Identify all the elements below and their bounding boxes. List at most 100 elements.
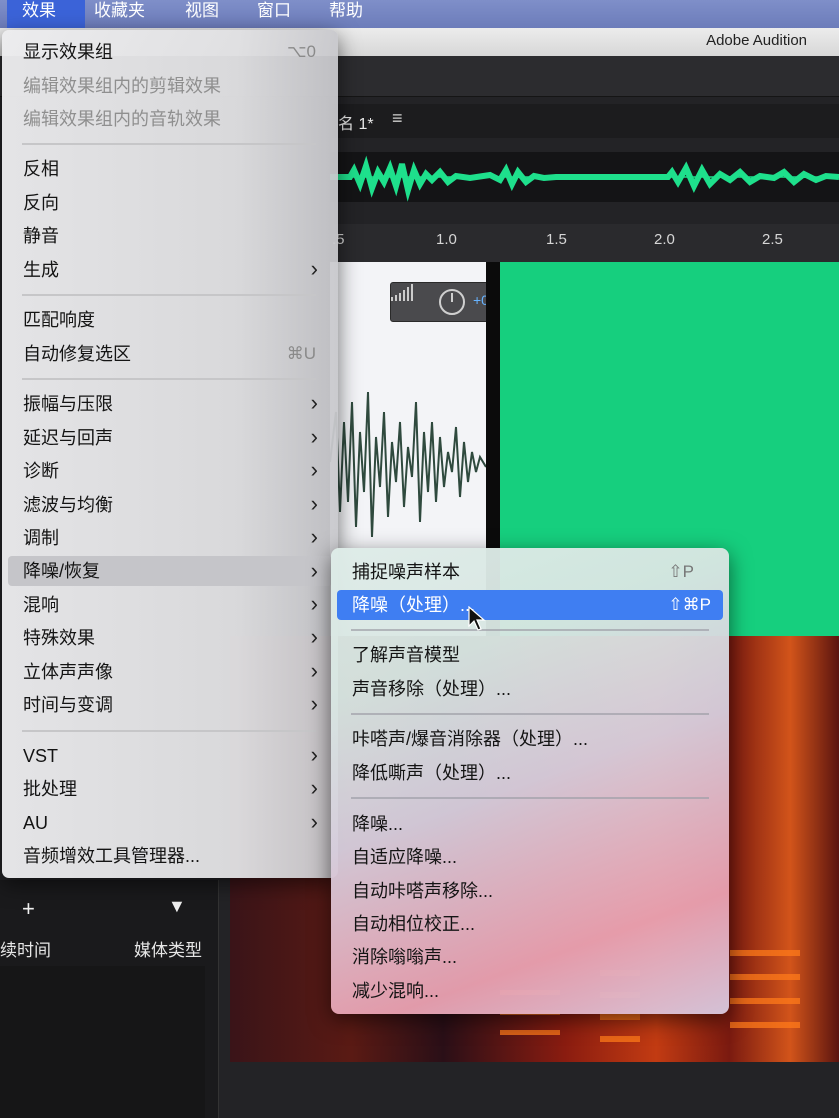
submenu-item-automatic-click-remover[interactable]: 自动咔嗒声移除... [352, 876, 493, 906]
menu-window[interactable]: 窗口 [257, 0, 291, 28]
menu-item-label: 匹配响度 [23, 310, 95, 330]
ruler-tick: 1.0 [436, 231, 457, 248]
menu-item-label: VST [23, 746, 59, 766]
menu-item-filter-eq[interactable]: 滤波与均衡 [23, 490, 113, 520]
menu-item-label: 延迟与回声 [23, 428, 113, 448]
submenu-item-capture-noise-print[interactable]: 捕捉噪声样本 ⇧P [352, 557, 712, 587]
chevron-right-icon: › [310, 424, 318, 449]
menu-item-delay-echo[interactable]: 延迟与回声 [23, 423, 113, 453]
submenu-item-adaptive-noise-reduction[interactable]: 自适应降噪... [352, 842, 457, 872]
mouse-cursor-icon [468, 606, 486, 631]
menu-separator [22, 730, 316, 732]
chevron-right-icon: › [310, 624, 318, 649]
menu-item-label: 音频增效工具管理器... [23, 846, 201, 866]
chevron-right-icon: › [310, 742, 318, 767]
menu-item-label: 批处理 [23, 779, 77, 799]
menu-item-silence[interactable]: 静音 [23, 221, 59, 251]
menu-item-label: 时间与变调 [23, 695, 113, 715]
files-panel: + ▼ 续时间 媒体类型 [0, 880, 219, 1118]
menu-item-generate[interactable]: 生成 [23, 255, 59, 285]
menu-item-label: 反向 [23, 193, 59, 213]
menu-item-plugin-manager[interactable]: 音频增效工具管理器... [23, 841, 200, 871]
chevron-right-icon: › [310, 558, 318, 583]
menu-item-label: 消除嗡嗡声... [352, 947, 458, 967]
menu-item-label: 编辑效果组内的剪辑效果 [23, 76, 221, 96]
submenu-item-noise-reduction-process[interactable]: 降噪（处理）... ⇧⌘P [337, 590, 723, 620]
menu-separator [351, 797, 709, 799]
menu-item-show-effects-rack[interactable]: 显示效果组 [23, 37, 113, 67]
submenu-item-dehummer[interactable]: 消除嗡嗡声... [352, 942, 457, 972]
app-title: Adobe Audition [706, 32, 807, 49]
menu-separator [351, 713, 709, 715]
menu-item-label: 降低嘶声（处理）... [352, 763, 512, 783]
menu-effects[interactable]: 效果 [7, 0, 85, 28]
menu-help[interactable]: 帮助 [329, 0, 363, 28]
menu-item-diagnostics[interactable]: 诊断 [23, 456, 59, 486]
menu-item-edit-clip-effects: 编辑效果组内的剪辑效果 [23, 71, 221, 101]
menu-separator [351, 629, 709, 631]
menu-item-invert[interactable]: 反相 [23, 154, 59, 184]
file-list[interactable] [0, 966, 205, 1118]
menu-item-label: 捕捉噪声样本 [352, 562, 460, 582]
menu-item-label: 自动相位校正... [352, 914, 476, 934]
menu-item-label: 调制 [23, 528, 59, 548]
menu-item-label: 自动修复选区 [23, 344, 131, 364]
document-tab[interactable]: 名 1* ≡ [330, 104, 839, 138]
menu-item-label: 反相 [23, 159, 59, 179]
menu-item-label: 混响 [23, 595, 59, 615]
shortcut-label: ⇧⌘P [668, 595, 711, 614]
menu-item-stereo-imagery[interactable]: 立体声声像 [23, 657, 113, 687]
chevron-right-icon: › [310, 775, 318, 800]
menu-view[interactable]: 视图 [185, 0, 219, 28]
level-meter-icon [391, 284, 413, 301]
ruler-tick: 2.0 [654, 231, 675, 248]
menu-item-label: 减少混响... [352, 981, 440, 1001]
menu-item-amplitude[interactable]: 振幅与压限 [23, 389, 113, 419]
shortcut-label: ⌥0 [286, 42, 316, 61]
menu-item-au[interactable]: AU [23, 808, 48, 838]
menu-item-special[interactable]: 特殊效果 [23, 623, 95, 653]
menu-item-match-loudness[interactable]: 匹配响度 [23, 305, 95, 335]
submenu-item-sound-remover[interactable]: 声音移除（处理）... [352, 674, 511, 704]
submenu-item-denoise[interactable]: 降噪... [352, 809, 403, 839]
chevron-right-icon: › [310, 591, 318, 616]
menu-item-label: 立体声声像 [23, 662, 113, 682]
column-media-type[interactable]: 媒体类型 [134, 936, 202, 961]
menu-item-batch[interactable]: 批处理 [23, 774, 77, 804]
menu-item-auto-heal[interactable]: 自动修复选区 [23, 339, 131, 369]
menu-favorites[interactable]: 收藏夹 [94, 0, 145, 28]
menu-item-time-pitch[interactable]: 时间与变调 [23, 690, 113, 720]
menu-item-reverse[interactable]: 反向 [23, 188, 59, 218]
menu-item-label: 降噪/恢复 [23, 561, 101, 581]
filter-icon[interactable]: ▼ [168, 896, 186, 917]
menu-item-modulation[interactable]: 调制 [23, 523, 59, 553]
menu-item-noise-reduction-restoration[interactable]: 降噪/恢复 [8, 556, 332, 586]
menu-item-label: 咔嗒声/爆音消除器（处理）... [352, 729, 589, 749]
menu-item-vst[interactable]: VST [23, 741, 58, 771]
chevron-right-icon: › [310, 691, 318, 716]
menu-item-label: 生成 [23, 260, 59, 280]
timeline-ruler[interactable]: .5 1.0 1.5 2.0 2.5 [330, 224, 839, 263]
menu-item-reverb[interactable]: 混响 [23, 590, 59, 620]
volume-knob-icon[interactable] [439, 289, 465, 315]
waveform-overview[interactable] [330, 152, 839, 202]
chevron-right-icon: › [310, 256, 318, 281]
submenu-item-learn-sound-model[interactable]: 了解声音模型 [352, 640, 460, 670]
chevron-right-icon: › [310, 524, 318, 549]
panel-menu-icon[interactable]: ≡ [392, 108, 403, 129]
submenu-item-hiss-reduction[interactable]: 降低嘶声（处理）... [352, 758, 511, 788]
menu-item-label: 自动咔嗒声移除... [352, 881, 494, 901]
shortcut-label: ⌘U [286, 344, 316, 363]
menu-item-edit-track-effects: 编辑效果组内的音轨效果 [23, 104, 221, 134]
submenu-item-click-pop-eliminator[interactable]: 咔嗒声/爆音消除器（处理）... [352, 724, 588, 754]
menu-item-label: 降噪... [352, 814, 404, 834]
add-icon[interactable]: + [22, 896, 35, 922]
submenu-item-reduce-reverb[interactable]: 减少混响... [352, 976, 439, 1006]
submenu-item-auto-phase-correction[interactable]: 自动相位校正... [352, 909, 475, 939]
chevron-right-icon: › [310, 390, 318, 415]
menu-bar: 效果 收藏夹 视图 窗口 帮助 [0, 0, 839, 28]
column-duration[interactable]: 续时间 [0, 936, 51, 961]
effects-menu: 显示效果组 ⌥0 编辑效果组内的剪辑效果 编辑效果组内的音轨效果 反相 反向 静… [2, 30, 338, 878]
menu-item-label: 诊断 [23, 461, 59, 481]
menu-item-label: AU [23, 813, 49, 833]
